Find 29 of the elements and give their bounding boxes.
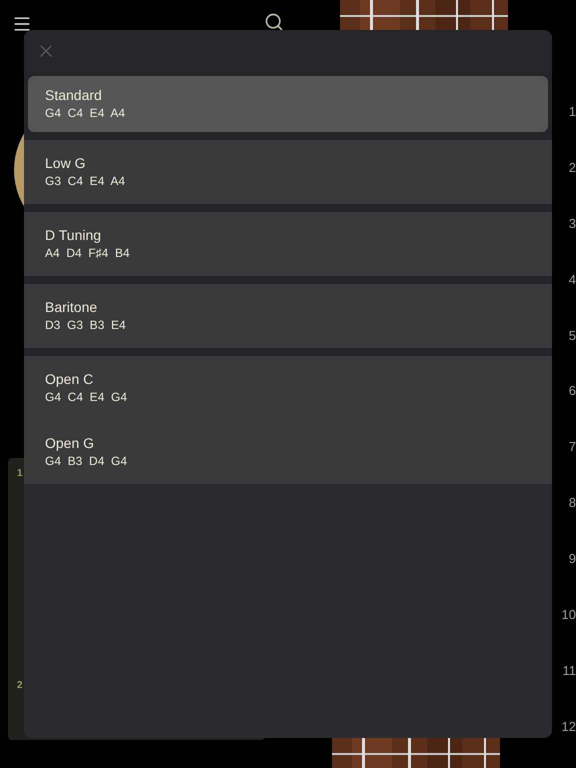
fret-number: 5 bbox=[568, 326, 576, 345]
tuning-notes: G4 C4 E4 G4 bbox=[45, 389, 128, 406]
tuning-name: Baritone bbox=[45, 298, 98, 316]
chord-number: 1 bbox=[17, 468, 24, 480]
fret-number: 3 bbox=[568, 214, 576, 233]
tuning-option[interactable]: Standard G4 C4 E4 A4 bbox=[28, 76, 548, 132]
chord-number: 2 bbox=[17, 680, 24, 692]
tuning-name: D Tuning bbox=[45, 226, 102, 244]
tuning-notes: G4 C4 E4 A4 bbox=[45, 105, 126, 122]
tuning-notes: D3 G3 B3 E4 bbox=[45, 317, 127, 334]
tuning-notes: G3 C4 E4 A4 bbox=[45, 173, 126, 190]
fret-number: 9 bbox=[568, 550, 576, 568]
fret-number: 12 bbox=[562, 718, 576, 736]
tuning-notes: A4 D4 F♯4 B4 bbox=[45, 245, 131, 262]
tuning-name: Open G bbox=[45, 434, 96, 452]
fret-number: 7 bbox=[568, 438, 576, 456]
tuning-name: Standard bbox=[45, 86, 103, 104]
search-icon[interactable] bbox=[264, 12, 284, 32]
tuning-name: Low G bbox=[45, 154, 86, 172]
fret-number: 8 bbox=[568, 494, 576, 512]
tuning-notes: G4 B3 D4 G4 bbox=[45, 453, 128, 470]
fret-number: 2 bbox=[568, 158, 576, 177]
fret-number: 1 bbox=[568, 103, 576, 121]
tuning-name: Open C bbox=[45, 370, 94, 388]
fret-number: 4 bbox=[568, 270, 576, 289]
fret-number: 11 bbox=[562, 662, 576, 680]
fret-number: 10 bbox=[562, 606, 576, 624]
tuning-option[interactable]: Open G G4 B3 D4 G4 bbox=[24, 420, 552, 484]
fret-number: 6 bbox=[568, 382, 576, 400]
